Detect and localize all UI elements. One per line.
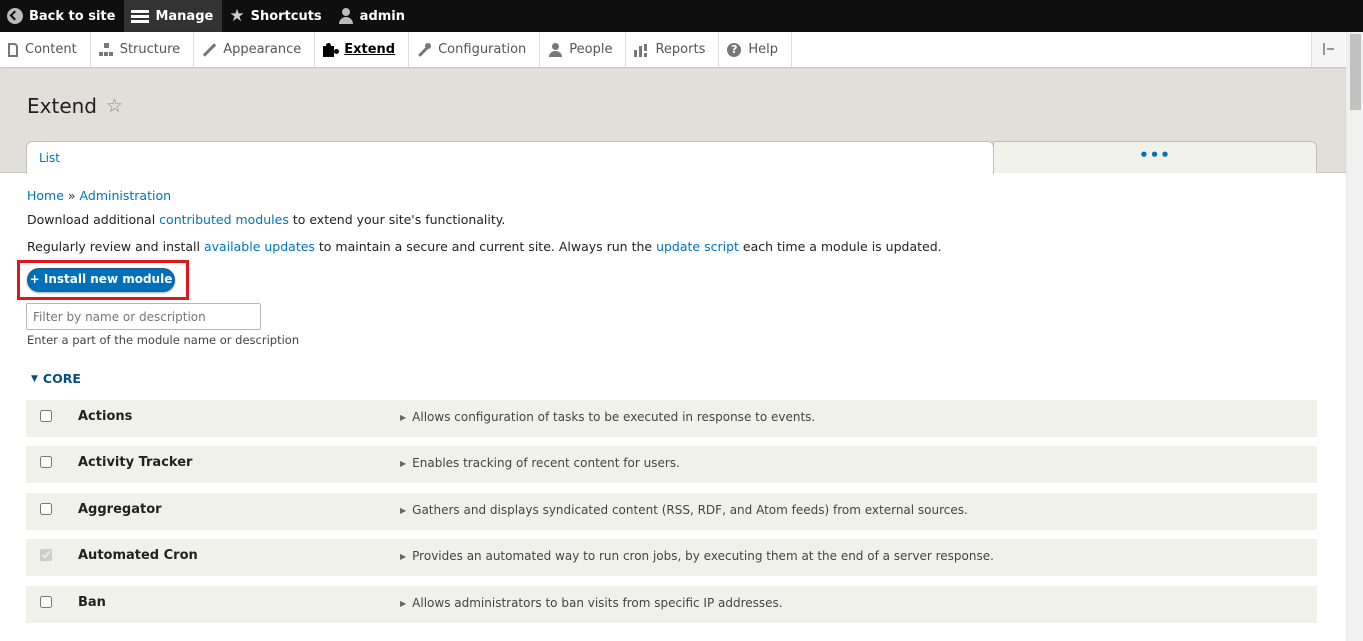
core-package-toggle[interactable]: ▼ CORE [31, 371, 81, 386]
module-description: Gathers and displays syndicated content … [412, 503, 968, 517]
puzzle-icon [323, 42, 337, 57]
tab-list-label: List [39, 151, 60, 165]
help-text: Regularly review and install [27, 239, 204, 254]
tray-item-label: Extend [344, 42, 396, 57]
triangle-down-icon: ▼ [31, 373, 38, 384]
triangle-right-icon: ▶ [400, 552, 407, 561]
update-script-link[interactable]: update script [656, 239, 739, 254]
core-package-label: CORE [42, 371, 81, 386]
user-icon [338, 8, 354, 24]
collapse-tray-icon[interactable] [1311, 32, 1345, 67]
tray-item-help[interactable]: Help [719, 32, 792, 67]
help-icon [727, 42, 742, 57]
tray-item-label: Structure [119, 42, 181, 57]
manage-label: Manage [155, 8, 214, 24]
vertical-scrollbar[interactable] [1346, 32, 1363, 641]
help-text-download: Download additional contributed modules … [27, 212, 505, 227]
module-checkbox[interactable] [40, 596, 52, 608]
module-row[interactable]: Activity Tracker ▶ Enables tracking of rec… [26, 446, 1317, 483]
wrench-icon [417, 42, 432, 57]
manage-tab[interactable]: Manage [124, 0, 223, 32]
module-filter-input[interactable] [26, 303, 261, 330]
tab-list[interactable]: List [26, 141, 994, 174]
help-text: to extend your site's functionality. [288, 212, 506, 227]
tray-item-configuration[interactable]: Configuration [409, 32, 541, 67]
breadcrumb-home-link[interactable]: Home [27, 188, 64, 203]
module-row[interactable]: Aggregator ▶ Gathers and displays syndicat… [26, 493, 1317, 530]
tray-item-label: Configuration [438, 42, 527, 57]
module-row[interactable]: Automated Cron ▶ Provides an automated way… [26, 539, 1317, 576]
breadcrumb-separator: » [67, 188, 76, 203]
module-name: Automated Cron [78, 548, 198, 563]
admin-toolbar: Back to site Manage ★ Shortcuts admin [0, 0, 1363, 32]
user-label: admin [359, 8, 406, 24]
tray-item-label: Reports [655, 42, 706, 57]
module-checkbox[interactable] [40, 410, 52, 422]
help-text: to maintain a secure and current site. A… [314, 239, 657, 254]
tray-item-reports[interactable]: Reports [626, 32, 720, 67]
scrollbar-thumb[interactable] [1350, 34, 1361, 110]
module-description: Enables tracking of recent content for u… [412, 456, 680, 470]
breadcrumb-admin-link[interactable]: Administration [80, 188, 171, 203]
back-to-site-link[interactable]: Back to site [0, 0, 124, 32]
help-text: each time a module is updated. [738, 239, 942, 254]
module-description-toggle[interactable]: ▶ Provides an automated way to run cron j… [400, 549, 994, 564]
structure-icon [98, 42, 113, 57]
tray-item-label: Appearance [223, 42, 302, 57]
people-icon [548, 42, 563, 57]
module-name: Activity Tracker [78, 455, 193, 470]
shortcuts-tab[interactable]: ★ Shortcuts [222, 0, 330, 32]
tray-item-content[interactable]: Content [0, 32, 91, 67]
module-row[interactable]: Ban ▶ Allows administrators to ban visits … [26, 586, 1317, 623]
module-name: Ban [78, 595, 106, 610]
module-description-toggle[interactable]: ▶ Enables tracking of recent content for … [400, 456, 680, 471]
back-arrow-icon [7, 8, 23, 24]
module-checkbox[interactable] [40, 456, 52, 468]
tray-item-structure[interactable]: Structure [91, 32, 195, 67]
user-tab[interactable]: admin [331, 0, 414, 32]
module-description-toggle[interactable]: ▶ Allows administrators to ban visits fro… [400, 596, 783, 611]
tray-item-people[interactable]: People [540, 32, 627, 67]
module-row[interactable]: Actions ▶ Allows configuration of tasks to… [26, 400, 1317, 437]
module-description-toggle[interactable]: ▶ Gathers and displays syndicated content… [400, 503, 968, 518]
tray-item-label: Help [748, 42, 778, 57]
page-title: Extend ☆ [27, 94, 123, 118]
bar-chart-icon [634, 43, 648, 57]
module-description-toggle[interactable]: ▶ Allows configuration of tasks to be exe… [400, 410, 815, 425]
module-description: Provides an automated way to run cron jo… [412, 549, 994, 563]
module-name: Actions [78, 409, 133, 424]
star-icon: ★ [229, 6, 245, 26]
admin-tray: Content Structure Appearance Extend Conf… [0, 32, 1363, 68]
page-header: Extend ☆ List ••• [0, 69, 1346, 174]
back-to-site-label: Back to site [29, 8, 116, 24]
help-text-updates: Regularly review and install available u… [27, 239, 942, 254]
tray-item-extend[interactable]: Extend [315, 32, 410, 67]
highlight-box: + Install new module [17, 260, 189, 300]
filter-description: Enter a part of the module name or descr… [27, 333, 300, 347]
tray-item-appearance[interactable]: Appearance [194, 32, 316, 67]
module-name: Aggregator [78, 502, 162, 517]
module-checkbox[interactable] [40, 503, 52, 515]
help-text: Download additional [27, 212, 160, 227]
document-icon [8, 42, 18, 57]
contributed-modules-link[interactable]: contributed modules [159, 212, 289, 227]
triangle-right-icon: ▶ [400, 459, 407, 468]
triangle-right-icon: ▶ [400, 413, 407, 422]
breadcrumb: Home » Administration [27, 188, 171, 203]
tray-item-label: Content [25, 42, 77, 57]
tab-more-button[interactable]: ••• [993, 141, 1317, 173]
brush-icon [202, 43, 216, 57]
triangle-right-icon: ▶ [400, 599, 407, 608]
shortcuts-label: Shortcuts [250, 8, 322, 24]
module-description: Allows configuration of tasks to be exec… [412, 410, 816, 424]
triangle-right-icon: ▶ [400, 506, 407, 515]
tray-item-label: People [569, 42, 613, 57]
shortcut-star-icon[interactable]: ☆ [106, 96, 123, 116]
menu-icon [131, 8, 150, 24]
page-title-text: Extend [27, 94, 97, 118]
module-checkbox [40, 549, 52, 561]
module-description: Allows administrators to ban visits from… [412, 596, 783, 610]
install-new-module-button[interactable]: + Install new module [27, 268, 175, 292]
available-updates-link[interactable]: available updates [204, 239, 315, 254]
